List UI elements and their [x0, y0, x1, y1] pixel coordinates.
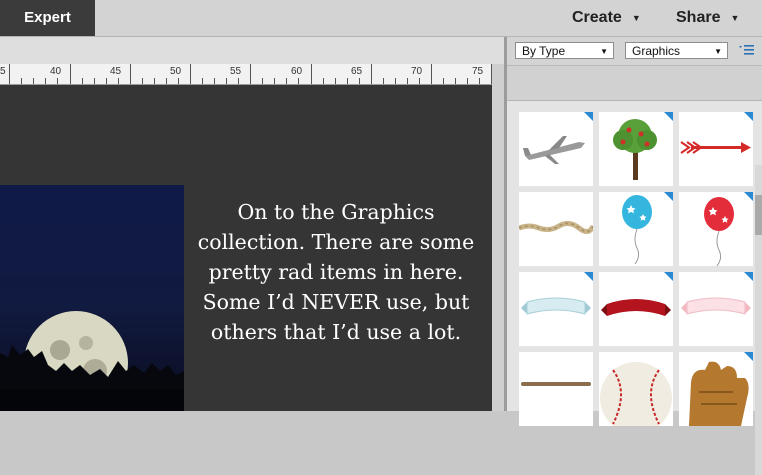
twine-icon — [519, 220, 593, 234]
ruler-label: 5 — [0, 66, 6, 77]
red-banner-icon — [601, 299, 671, 316]
baseball-bat-icon — [521, 382, 591, 386]
panel-options-icon[interactable] — [739, 43, 755, 57]
create-menu-button[interactable]: Create ▼ — [572, 0, 641, 36]
graphic-tile-blue-balloon[interactable] — [599, 192, 673, 266]
new-badge-icon — [584, 112, 593, 121]
expert-mode-tab[interactable]: Expert — [0, 0, 95, 36]
graphic-tile-blue-banner[interactable] — [519, 272, 593, 346]
moon-photo — [0, 185, 184, 411]
apple-tree-icon — [613, 119, 657, 180]
horizontal-ruler: 5 40 45 50 55 60 65 70 75 — [0, 64, 492, 85]
ruler-label: 70 — [411, 66, 423, 77]
new-badge-icon — [664, 272, 673, 281]
panel-scrollbar[interactable] — [755, 165, 762, 475]
chevron-down-icon: ▼ — [714, 47, 722, 56]
filter-type-value: By Type — [522, 44, 566, 58]
canvas-area: 5 40 45 50 55 60 65 70 75 On to the Grap… — [0, 37, 504, 411]
graphics-panel: By Type ▼ Graphics ▼ — [507, 37, 762, 475]
graphic-tile-bat[interactable] — [519, 352, 593, 426]
blue-banner-icon — [521, 297, 591, 315]
pink-banner-icon — [681, 297, 751, 315]
moon-photo-art — [0, 311, 184, 411]
graphics-grid — [507, 101, 762, 475]
share-menu-button[interactable]: Share ▼ — [676, 0, 739, 36]
canvas-tab-strip — [0, 37, 504, 65]
ruler-label: 65 — [351, 66, 363, 77]
new-badge-icon — [744, 352, 753, 361]
filter-type-select[interactable]: By Type ▼ — [515, 42, 614, 59]
new-badge-icon — [584, 272, 593, 281]
new-badge-icon — [664, 192, 673, 201]
new-badge-icon — [744, 272, 753, 281]
top-bar: Expert Create ▼ Share ▼ — [0, 0, 762, 37]
ruler-label: 50 — [170, 66, 182, 77]
graphic-tile-twine[interactable] — [519, 192, 593, 266]
chevron-down-icon: ▼ — [600, 47, 608, 56]
share-label: Share — [676, 9, 721, 27]
blue-balloon-icon — [622, 195, 652, 265]
panel-subbar — [507, 66, 762, 101]
red-arrow-icon — [680, 141, 751, 154]
graphic-tile-glove[interactable] — [679, 352, 753, 426]
create-label: Create — [572, 9, 622, 27]
baseball-icon — [600, 362, 672, 426]
airplane-icon — [523, 136, 585, 164]
graphic-tile-red-banner[interactable] — [599, 272, 673, 346]
ruler-label: 75 — [472, 66, 484, 77]
scrollbar-thumb[interactable] — [755, 195, 762, 235]
ruler-label: 45 — [110, 66, 122, 77]
ruler-label: 55 — [230, 66, 242, 77]
new-badge-icon — [664, 112, 673, 121]
graphic-tile-pink-banner[interactable] — [679, 272, 753, 346]
graphic-tile-baseball[interactable] — [599, 352, 673, 426]
caption-text: On to the Graphics collection. There are… — [197, 200, 475, 344]
graphic-tile-red-balloon[interactable] — [679, 192, 753, 266]
chevron-down-icon: ▼ — [730, 13, 740, 23]
new-badge-icon — [744, 192, 753, 201]
canvas-pasteboard — [492, 64, 504, 411]
chevron-down-icon: ▼ — [631, 13, 641, 23]
ruler-label: 40 — [50, 66, 62, 77]
red-balloon-icon — [704, 197, 734, 266]
ruler-label: 60 — [291, 66, 303, 77]
graphic-tile-arrow[interactable] — [679, 112, 753, 186]
document-canvas[interactable]: On to the Graphics collection. There are… — [0, 85, 492, 411]
graphic-tile-apple-tree[interactable] — [599, 112, 673, 186]
new-badge-icon — [744, 112, 753, 121]
graphic-tile-airplane[interactable] — [519, 112, 593, 186]
baseball-glove-icon — [689, 361, 749, 426]
category-select[interactable]: Graphics ▼ — [625, 42, 728, 59]
category-value: Graphics — [632, 44, 681, 58]
